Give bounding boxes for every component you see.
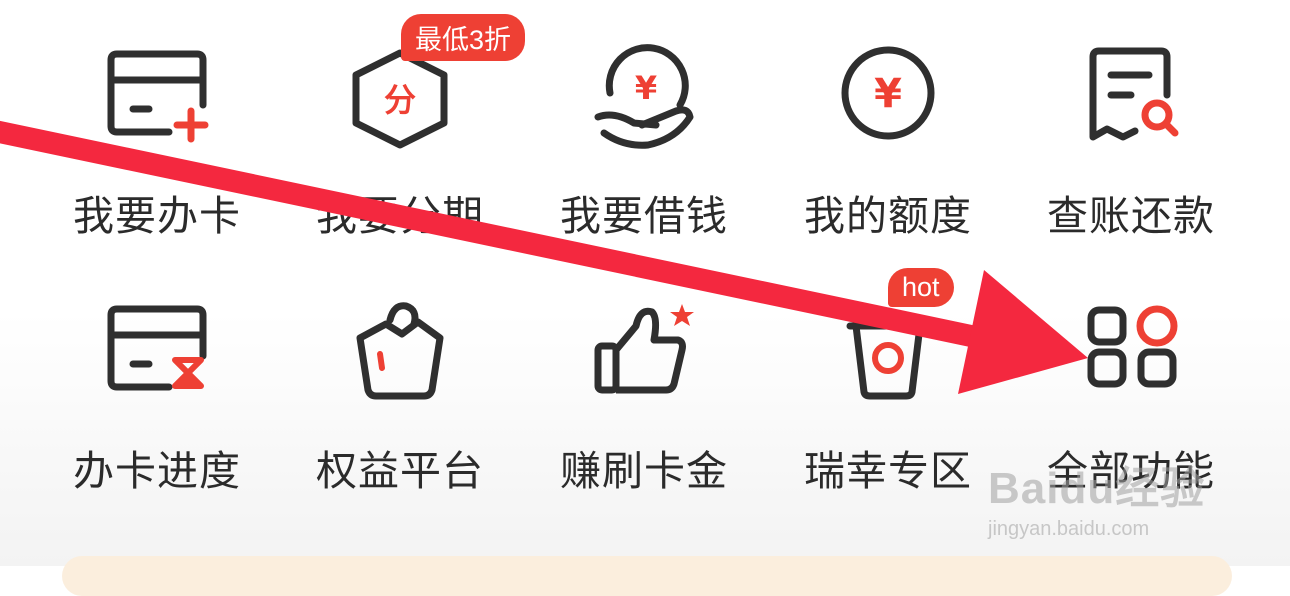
basket-icon xyxy=(340,300,460,420)
tile-apply-card[interactable]: 我要办卡 xyxy=(47,45,267,275)
tile-borrow[interactable]: ¥ 我要借钱 xyxy=(534,44,754,275)
tile-label: 查账还款 xyxy=(1047,192,1215,240)
card-hourglass-icon xyxy=(97,300,217,420)
yuan-circle-icon: ¥ xyxy=(828,45,948,165)
watermark-url: jingyan.baidu.com xyxy=(988,518,1150,540)
tile-label: 我要分期 xyxy=(316,192,484,240)
tile-label: 赚刷卡金 xyxy=(560,447,728,495)
tile-label: 权益平台 xyxy=(316,447,484,495)
tile-label: 我要办卡 xyxy=(73,192,241,240)
installment-hexagon-icon: 分 xyxy=(340,45,460,165)
installment-glyph: 分 xyxy=(384,81,416,119)
tile-card-progress[interactable]: 办卡进度 xyxy=(47,300,267,530)
tile-installment[interactable]: 分 我要分期 xyxy=(290,45,510,275)
tile-label: 办卡进度 xyxy=(73,447,241,495)
bottom-promo-card[interactable] xyxy=(62,556,1232,596)
tile-earn-card-gold[interactable]: 赚刷卡金 xyxy=(534,300,754,530)
all-functions-grid-icon xyxy=(1071,300,1191,420)
card-add-icon xyxy=(97,45,217,165)
tile-label: 我的额度 xyxy=(804,192,972,240)
tile-luckin-zone[interactable]: 瑞幸专区 xyxy=(778,300,998,530)
discount-badge: 最低3折 xyxy=(401,14,526,61)
tile-bill-repay[interactable]: 查账还款 xyxy=(1021,45,1241,275)
tile-benefits[interactable]: 权益平台 xyxy=(290,300,510,530)
tile-label: 我要借钱 xyxy=(560,192,728,240)
coffee-cup-icon xyxy=(828,300,948,420)
tile-my-limit[interactable]: ¥ 我的额度 xyxy=(778,45,998,275)
yuan-glyph: ¥ xyxy=(635,69,657,107)
yuan-glyph: ¥ xyxy=(874,71,902,117)
hot-badge: hot xyxy=(888,268,954,307)
bill-search-icon xyxy=(1071,45,1191,165)
thumbs-up-icon xyxy=(584,300,704,420)
baidu-jingyan-watermark: Baidu经验 jingyan.baidu.com xyxy=(988,452,1228,542)
hand-coin-icon: ¥ xyxy=(584,44,704,165)
tile-label: 瑞幸专区 xyxy=(804,447,972,495)
watermark-logo: Baidu经验 xyxy=(988,464,1206,513)
